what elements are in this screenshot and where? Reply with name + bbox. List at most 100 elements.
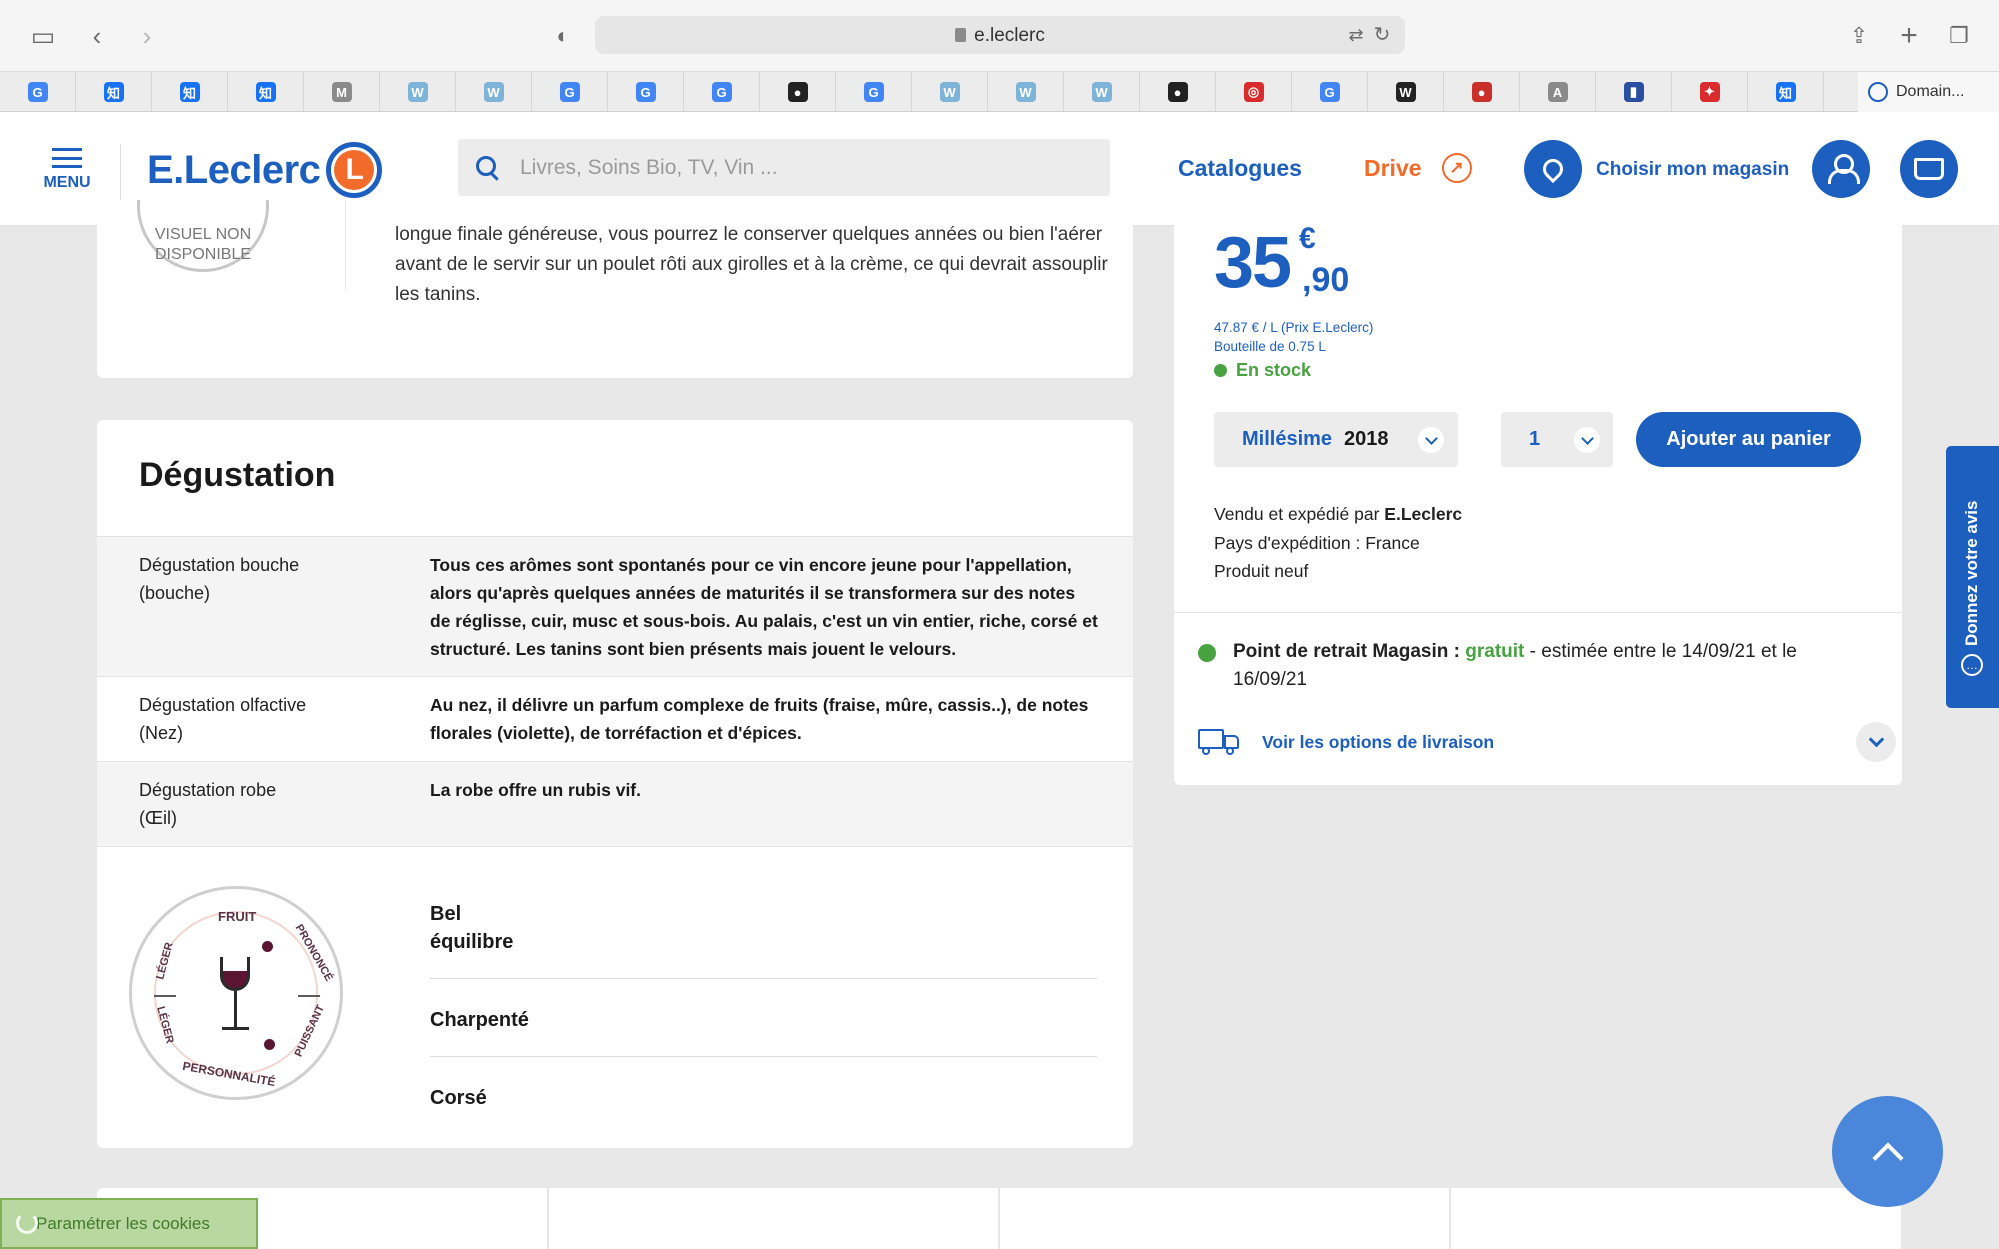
price-decimals: ,90: [1302, 261, 1350, 299]
red-spiral-icon: ◎: [1243, 82, 1264, 102]
share-icon[interactable]: ⇪: [1844, 22, 1874, 50]
bookmark-item[interactable]: W: [1368, 72, 1444, 112]
a-icon: A: [1547, 82, 1568, 102]
w-icon: W: [939, 82, 960, 102]
dark-circle-icon: ●: [1167, 82, 1188, 102]
bookmark-item[interactable]: G: [532, 72, 608, 112]
drive-link[interactable]: Drive ↗: [1364, 153, 1472, 183]
stock-status: En stock: [1214, 360, 1311, 381]
search-input[interactable]: [520, 139, 1090, 196]
bookmark-item[interactable]: G: [608, 72, 684, 112]
new-tab-icon[interactable]: +: [1894, 21, 1924, 51]
forward-icon[interactable]: ›: [132, 22, 162, 50]
profile-item: Corsé: [430, 1087, 487, 1109]
bookmark-item[interactable]: G: [0, 72, 76, 112]
bookmark-item[interactable]: W: [912, 72, 988, 112]
feedback-tab[interactable]: Donnez votre avis …: [1946, 446, 1999, 708]
tab-favicon-icon: [1868, 82, 1888, 102]
millesime-value: 2018: [1344, 428, 1389, 450]
purchase-panel: 35 € ,90 47.87 € / L (Prix E.Leclerc) Bo…: [1174, 200, 1902, 785]
bookmark-item[interactable]: A: [1520, 72, 1596, 112]
tabs-overview-icon[interactable]: ❐: [1944, 22, 1974, 50]
cookie-settings-label: Paramétrer les cookies: [36, 1213, 210, 1233]
truck-icon: [1198, 729, 1240, 755]
stock-label: En stock: [1236, 360, 1312, 380]
dark-circle-icon: ●: [787, 82, 808, 102]
m-icon: M: [331, 82, 352, 102]
catalogues-link[interactable]: Catalogues: [1178, 155, 1302, 182]
search-icon[interactable]: [476, 156, 496, 176]
google-icon: G: [711, 82, 732, 102]
loading-spinner-icon: [16, 1212, 38, 1234]
bookmark-item[interactable]: G: [1292, 72, 1368, 112]
shield-icon[interactable]: ◐: [548, 22, 578, 50]
quantity-select[interactable]: 1: [1501, 412, 1613, 467]
url-text: e.leclerc: [974, 25, 1045, 46]
bookmark-item[interactable]: 知: [76, 72, 152, 112]
add-to-cart-button[interactable]: Ajouter au panier: [1636, 412, 1861, 467]
zhihu-icon: 知: [179, 82, 200, 102]
pickup-free: gratuit: [1465, 641, 1525, 662]
sidebar-toggle-icon[interactable]: ▭: [28, 22, 58, 50]
delivery-options-label: Voir les options de livraison: [1262, 731, 1495, 752]
menu-label: MENU: [43, 174, 91, 191]
reload-icon[interactable]: ↻: [1367, 21, 1397, 49]
bookmark-item[interactable]: ◎: [1216, 72, 1292, 112]
tasting-wheel: FRUIT PRONONCÉ LÉGER LÉGER PUISSANT PERS…: [129, 886, 343, 1100]
wikipedia-icon: W: [1395, 82, 1416, 102]
leclerc-logo[interactable]: E.Leclerc L: [147, 140, 383, 200]
bookmark-item[interactable]: ●: [1140, 72, 1216, 112]
bookmark-item[interactable]: W: [380, 72, 456, 112]
bookmark-item[interactable]: ✦: [1672, 72, 1748, 112]
delivery-options-toggle[interactable]: Voir les options de livraison: [1198, 720, 1896, 764]
browser-toolbar: ▭ ‹ › ◐ e.leclerc ⇄ ↻ ⇪ + ❐: [0, 0, 1999, 72]
zhihu-icon: 知: [255, 82, 276, 102]
degustation-title: Dégustation: [139, 456, 336, 494]
wine-glass-icon: [220, 957, 250, 991]
bookmark-item[interactable]: W: [456, 72, 532, 112]
w-icon: W: [1015, 82, 1036, 102]
menu-button[interactable]: MENU: [40, 148, 94, 192]
bookmark-item[interactable]: W: [1064, 72, 1140, 112]
choose-store-link[interactable]: Choisir mon magasin: [1596, 159, 1789, 181]
google-icon: G: [559, 82, 580, 102]
back-icon[interactable]: ‹: [82, 22, 112, 50]
w-icon: W: [483, 82, 504, 102]
external-arrow-icon: ↗: [1441, 153, 1472, 183]
chevron-down-icon[interactable]: [1856, 722, 1896, 762]
bookmark-item[interactable]: G: [684, 72, 760, 112]
account-button[interactable]: [1812, 140, 1870, 198]
profile-divider: [430, 1056, 1097, 1057]
profile-divider: [430, 978, 1097, 979]
address-bar[interactable]: e.leclerc ⇄ ↻: [595, 16, 1405, 54]
cart-button[interactable]: [1900, 140, 1958, 198]
google-icon: G: [27, 82, 48, 102]
lock-icon: [955, 28, 967, 42]
cookie-settings-button[interactable]: Paramétrer les cookies: [0, 1198, 258, 1249]
bookmark-item[interactable]: M: [304, 72, 380, 112]
wine-glass-base: [222, 1027, 249, 1030]
strip-divider: [1449, 1188, 1451, 1249]
price-currency: €: [1299, 222, 1316, 255]
row-value: La robe offre un rubis vif.: [430, 780, 641, 800]
chat-bubble-icon: …: [1961, 654, 1983, 676]
red-bubble-icon: ●: [1471, 82, 1492, 102]
pickup-dot-icon: [1198, 644, 1216, 662]
panel-divider: [1174, 612, 1902, 613]
price-integer: 35: [1214, 223, 1292, 303]
bookmark-item[interactable]: 知: [228, 72, 304, 112]
wheel-tick-left: [154, 995, 176, 997]
bookmark-item[interactable]: G: [836, 72, 912, 112]
bookmark-item[interactable]: W: [988, 72, 1064, 112]
description-divider: [345, 200, 346, 290]
bookmark-item[interactable]: 知: [152, 72, 228, 112]
store-locator-button[interactable]: [1524, 140, 1582, 198]
scroll-to-top-button[interactable]: [1832, 1096, 1943, 1207]
active-tab[interactable]: Domain...: [1858, 72, 1999, 112]
row-value: Au nez, il délivre un parfum complexe de…: [430, 695, 1089, 743]
bookmark-item[interactable]: ▮: [1596, 72, 1672, 112]
bookmark-item[interactable]: ●: [760, 72, 836, 112]
bookmark-item[interactable]: 知: [1748, 72, 1824, 112]
millesime-select[interactable]: Millésime 2018: [1214, 412, 1458, 467]
bookmark-item[interactable]: ●: [1444, 72, 1520, 112]
